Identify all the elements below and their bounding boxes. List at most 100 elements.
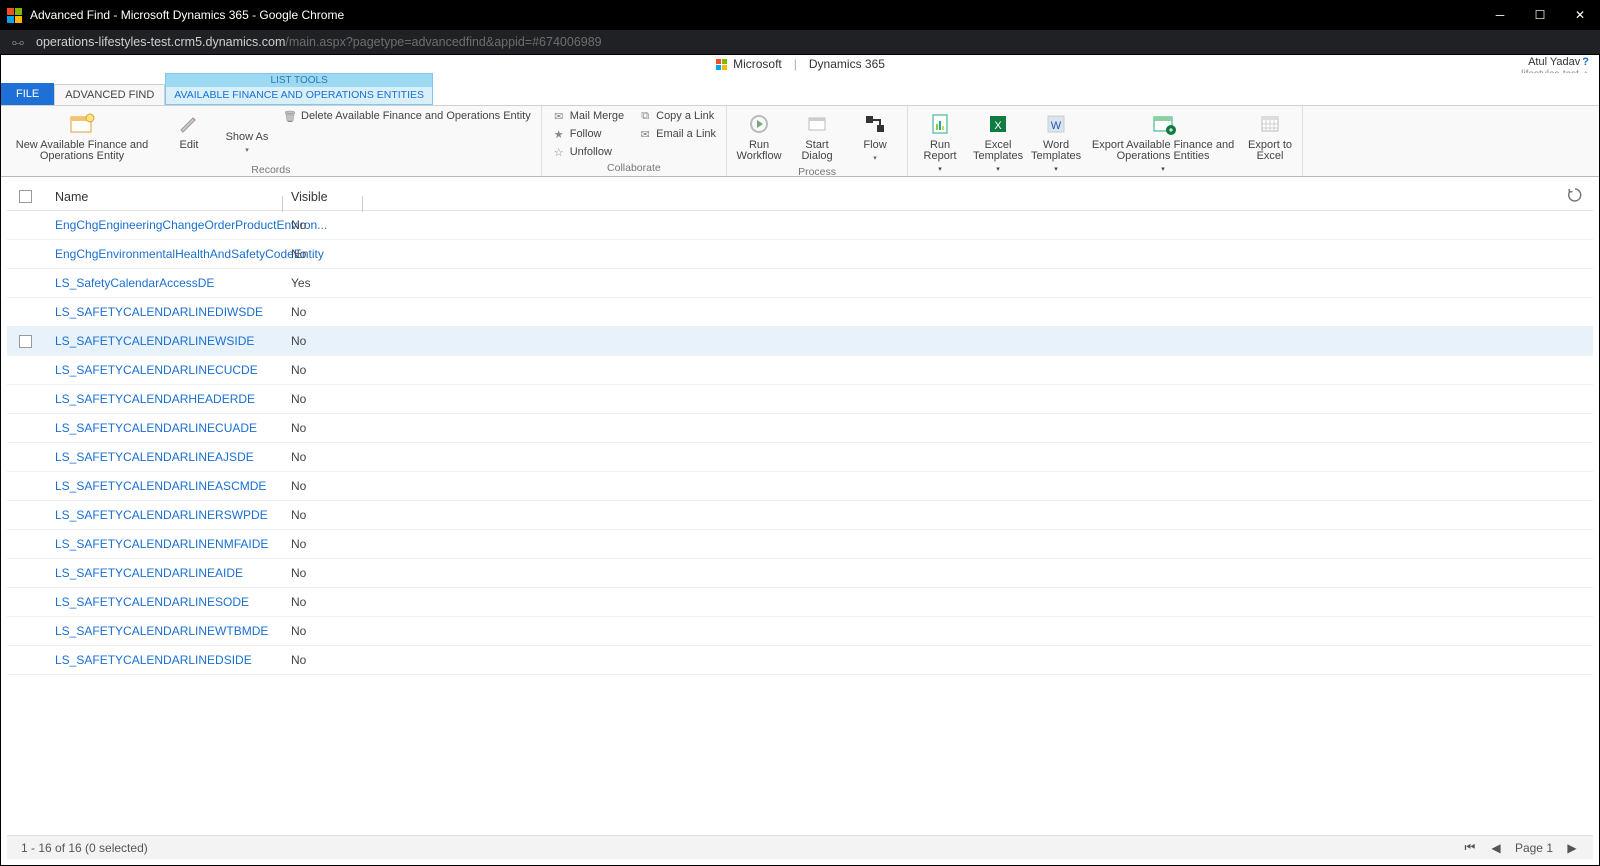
entity-link[interactable]: LS_SAFETYCALENDARLINESODE (55, 595, 249, 609)
visible-cell: No (283, 624, 363, 638)
select-all-checkbox[interactable] (19, 190, 32, 203)
tab-context-list-tools[interactable]: LIST TOOLS AVAILABLE FINANCE AND OPERATI… (165, 73, 433, 105)
follow-icon: ★ (552, 127, 566, 141)
prev-page-button[interactable]: ◀ (1489, 841, 1503, 855)
grid-body[interactable]: EngChgEngineeringChangeOrderProductEnvir… (7, 211, 1593, 835)
next-page-button[interactable]: ▶ (1565, 841, 1579, 855)
follow-button[interactable]: ★Follow (548, 126, 628, 142)
email-link-icon: ✉ (638, 127, 652, 141)
microsoft-logo-icon (715, 58, 727, 70)
word-templates-button[interactable]: W Word Templates▾ (1030, 108, 1082, 177)
table-row[interactable]: EngChgEnvironmentalHealthAndSafetyCodeEn… (7, 240, 1593, 269)
visible-cell: No (283, 392, 363, 406)
unfollow-button[interactable]: ☆Unfollow (548, 144, 628, 160)
unfollow-icon: ☆ (552, 145, 566, 159)
run-report-button[interactable]: Run Report▾ (914, 108, 966, 177)
edit-icon (175, 110, 203, 138)
visible-cell: No (283, 566, 363, 580)
table-row[interactable]: LS_SAFETYCALENDARLINEAIDE No (7, 559, 1593, 588)
entity-link[interactable]: LS_SAFETYCALENDARLINECUCDE (55, 363, 258, 377)
row-checkbox[interactable] (19, 335, 32, 348)
context-header: LIST TOOLS (166, 74, 432, 87)
entity-link[interactable]: LS_SAFETYCALENDARLINENMFAIDE (55, 537, 268, 551)
first-page-button[interactable]: ⏮ (1463, 840, 1477, 855)
entity-link[interactable]: LS_SAFETYCALENDARLINECUADE (55, 421, 257, 435)
close-button[interactable]: ✕ (1574, 9, 1586, 21)
excel-templates-button[interactable]: X Excel Templates▾ (972, 108, 1024, 177)
entity-link[interactable]: LS_SAFETYCALENDARLINEAJSDE (55, 450, 254, 464)
table-row[interactable]: LS_SAFETYCALENDARLINECUADENo (7, 414, 1593, 443)
entity-link[interactable]: LS_SAFETYCALENDARHEADERDE (55, 392, 255, 406)
word-icon: W (1042, 110, 1070, 138)
entity-link[interactable]: LS_SAFETYCALENDARLINEWSIDE (55, 334, 254, 348)
ribbon: New Available Finance and Operations Ent… (1, 105, 1599, 177)
delete-icon: 🗑 (283, 109, 297, 123)
mail-merge-button[interactable]: ✉Mail Merge (548, 108, 628, 124)
table-row[interactable]: LS_SAFETYCALENDARLINERSWPDE No (7, 501, 1593, 530)
table-row[interactable]: LS_SAFETYCALENDARLINEDIWSDENo (7, 298, 1593, 327)
entity-link[interactable]: LS_SAFETYCALENDARLINEDIWSDE (55, 305, 263, 319)
column-header-name[interactable]: Name (47, 190, 283, 204)
visible-cell: No (283, 218, 363, 232)
tab-file[interactable]: FILE (1, 83, 54, 105)
edit-button[interactable]: Edit (163, 108, 215, 153)
entity-link[interactable]: LS_SAFETYCALENDARLINEDSIDE (55, 653, 252, 667)
table-row[interactable]: LS_SAFETYCALENDARLINEASCMDE No (7, 472, 1593, 501)
table-row[interactable]: EngChgEngineeringChangeOrderProductEnvir… (7, 211, 1593, 240)
url-host: operations-lifestyles-test.crm5.dynamics… (36, 35, 285, 49)
refresh-icon[interactable] (1567, 187, 1583, 203)
table-row[interactable]: LS_SafetyCalendarAccessDE Yes (7, 269, 1593, 298)
entity-link[interactable]: LS_SAFETYCALENDARLINEASCMDE (55, 479, 266, 493)
user-name: Atul Yadav (1528, 56, 1580, 68)
tab-advanced-find[interactable]: ADVANCED FIND (54, 84, 165, 105)
minimize-button[interactable]: ─ (1494, 9, 1506, 21)
dialog-icon (803, 110, 831, 138)
delete-entity-button[interactable]: 🗑 Delete Available Finance and Operation… (279, 108, 535, 124)
tab-available-entities[interactable]: AVAILABLE FINANCE AND OPERATIONS ENTITIE… (166, 87, 432, 104)
visible-cell: No (283, 508, 363, 522)
new-entity-button[interactable]: New Available Finance and Operations Ent… (7, 108, 157, 164)
visible-cell: No (283, 479, 363, 493)
visible-cell: Yes (283, 276, 363, 290)
table-row[interactable]: LS_SAFETYCALENDARLINECUCDENo (7, 356, 1593, 385)
entity-link[interactable]: LS_SAFETYCALENDARLINEWTBMDE (55, 624, 268, 638)
copy-link-button[interactable]: ⧉Copy a Link (634, 108, 720, 124)
results-grid: Name Visible EngChgEngineeringChangeOrde… (1, 177, 1599, 865)
mail-merge-icon: ✉ (552, 109, 566, 123)
entity-link[interactable]: LS_SafetyCalendarAccessDE (55, 276, 214, 290)
email-link-button[interactable]: ✉Email a Link (634, 126, 720, 142)
help-icon[interactable]: ? (1582, 56, 1589, 68)
site-security-icon[interactable]: ⧟ (10, 35, 26, 50)
column-header-visible[interactable]: Visible (283, 190, 363, 204)
brand-microsoft: Microsoft (733, 57, 782, 71)
export-excel-button[interactable]: Export to Excel (1244, 108, 1296, 164)
table-row[interactable]: LS_SAFETYCALENDARLINEWTBMDE No (7, 617, 1593, 646)
copy-link-icon: ⧉ (638, 109, 652, 123)
entity-link[interactable]: LS_SAFETYCALENDARLINEAIDE (55, 566, 243, 580)
table-row[interactable]: LS_SAFETYCALENDARLINESODE No (7, 588, 1593, 617)
table-row[interactable]: LS_SAFETYCALENDARLINEAJSDENo (7, 443, 1593, 472)
run-workflow-button[interactable]: Run Workflow (733, 108, 785, 164)
table-row[interactable]: LS_SAFETYCALENDARLINEDSIDENo (7, 646, 1593, 675)
window-app-icon (6, 7, 22, 23)
url-path: /main.aspx?pagetype=advancedfind&appid=#… (285, 35, 601, 49)
table-row[interactable]: LS_SAFETYCALENDARHEADERDE No (7, 385, 1593, 414)
entity-link[interactable]: LS_SAFETYCALENDARLINERSWPDE (55, 508, 268, 522)
start-dialog-button[interactable]: Start Dialog (791, 108, 843, 164)
visible-cell: No (283, 595, 363, 609)
workflow-icon (745, 110, 773, 138)
chevron-down-icon: ▾ (245, 145, 249, 156)
pager: ⏮ ◀ Page 1 ▶ (1463, 840, 1579, 855)
export-entities-icon (1149, 110, 1177, 138)
flow-icon (861, 110, 889, 138)
selection-status: 1 - 16 of 16 (0 selected) (21, 841, 148, 855)
maximize-button[interactable]: ☐ (1534, 9, 1546, 21)
svg-text:X: X (994, 120, 1002, 132)
flow-button[interactable]: Flow ▾ (849, 108, 901, 166)
table-row[interactable]: LS_SAFETYCALENDARLINENMFAIDENo (7, 530, 1593, 559)
export-entities-button[interactable]: Export Available Finance and Operations … (1088, 108, 1238, 177)
table-row[interactable]: LS_SAFETYCALENDARLINEWSIDENo (7, 327, 1593, 356)
ribbon-group-data: Run Report▾ X Excel Templates▾ W Word Te… (908, 106, 1303, 176)
export-excel-icon (1256, 110, 1284, 138)
show-as-button[interactable]: Show As ▾ (221, 108, 273, 158)
